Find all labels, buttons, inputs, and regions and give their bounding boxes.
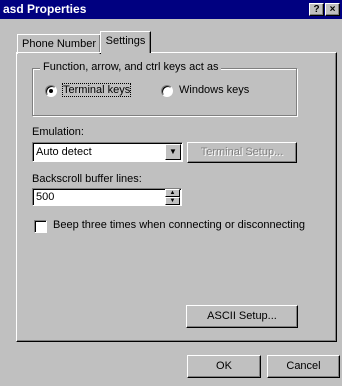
beep-checkbox[interactable]: [34, 220, 47, 233]
tab-label: Phone Number: [22, 38, 96, 50]
tab-label: Settings: [105, 35, 146, 47]
ascii-setup-label: ASCII Setup...: [207, 310, 277, 322]
tab-phone-number[interactable]: Phone Number: [17, 34, 101, 54]
backscroll-spinner[interactable]: 500 ▲ ▼: [32, 188, 182, 206]
spin-down-icon[interactable]: ▼: [165, 197, 180, 205]
tab-settings[interactable]: Settings: [100, 31, 151, 53]
terminal-setup-button[interactable]: Terminal Setup...: [187, 142, 297, 163]
help-icon: ?: [313, 4, 320, 15]
ok-label: OK: [216, 360, 232, 372]
chevron-down-icon[interactable]: ▼: [165, 144, 181, 160]
backscroll-value[interactable]: 500: [36, 191, 54, 203]
radio-button[interactable]: [161, 85, 173, 97]
close-button[interactable]: ×: [325, 3, 340, 16]
keys-group-label: Function, arrow, and ctrl keys act as: [40, 61, 222, 73]
radio-button[interactable]: [45, 85, 57, 97]
spin-up-icon[interactable]: ▲: [165, 189, 180, 197]
terminal-keys-label: Terminal keys: [61, 83, 132, 97]
emulation-value: Auto detect: [36, 146, 92, 158]
emulation-label: Emulation:: [32, 126, 84, 138]
ascii-setup-button[interactable]: ASCII Setup...: [186, 305, 298, 328]
windows-keys-label: Windows keys: [179, 84, 250, 96]
terminal-setup-label: Terminal Setup...: [200, 146, 284, 158]
radio-dot: [49, 89, 53, 93]
backscroll-label: Backscroll buffer lines:: [32, 173, 142, 185]
emulation-dropdown[interactable]: Auto detect ▼: [32, 142, 183, 162]
beep-label: Beep three times when connecting or disc…: [53, 219, 305, 231]
cancel-label: Cancel: [286, 360, 321, 372]
close-icon: ×: [329, 4, 336, 15]
cancel-button[interactable]: Cancel: [267, 355, 340, 378]
window-title: asd Properties: [3, 2, 87, 16]
help-button[interactable]: ?: [309, 3, 324, 16]
ok-button[interactable]: OK: [187, 355, 261, 378]
title-bar: asd Properties ? ×: [0, 0, 342, 19]
